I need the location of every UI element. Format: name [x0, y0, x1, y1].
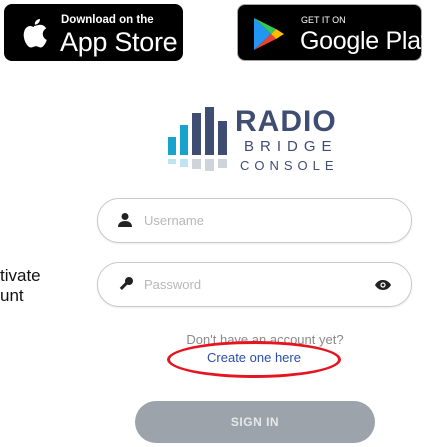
radio-bridge-logo-icon [168, 107, 227, 171]
annotation-circle [167, 341, 341, 378]
logo-console-text: CONSOLE [240, 158, 339, 173]
google-play-label: Google Play [300, 27, 433, 55]
username-field[interactable]: Username [97, 198, 412, 243]
user-icon [118, 213, 132, 227]
eye-icon[interactable] [375, 279, 391, 291]
key-icon [119, 277, 133, 290]
app-store-badge[interactable]: Download on the App Store [4, 4, 183, 61]
password-placeholder: Password [144, 277, 202, 292]
app-store-label: App Store [60, 27, 178, 57]
google-play-icon [254, 18, 284, 50]
google-play-small-label: GET IT ON [301, 15, 346, 25]
side-text-line1: tivate [0, 266, 41, 285]
password-field[interactable]: Password [97, 262, 412, 307]
logo-bridge-text: BRIDGE [244, 138, 338, 155]
logo-radio-text: RADIO [235, 105, 337, 138]
username-placeholder: Username [144, 213, 204, 228]
google-play-badge[interactable]: GET IT ON Google Play [237, 4, 433, 61]
apple-icon [23, 19, 47, 48]
side-text-line2: unt [0, 286, 24, 305]
app-store-small-label: Download on the [61, 14, 154, 26]
sign-in-button[interactable]: SIGN IN [135, 401, 375, 443]
